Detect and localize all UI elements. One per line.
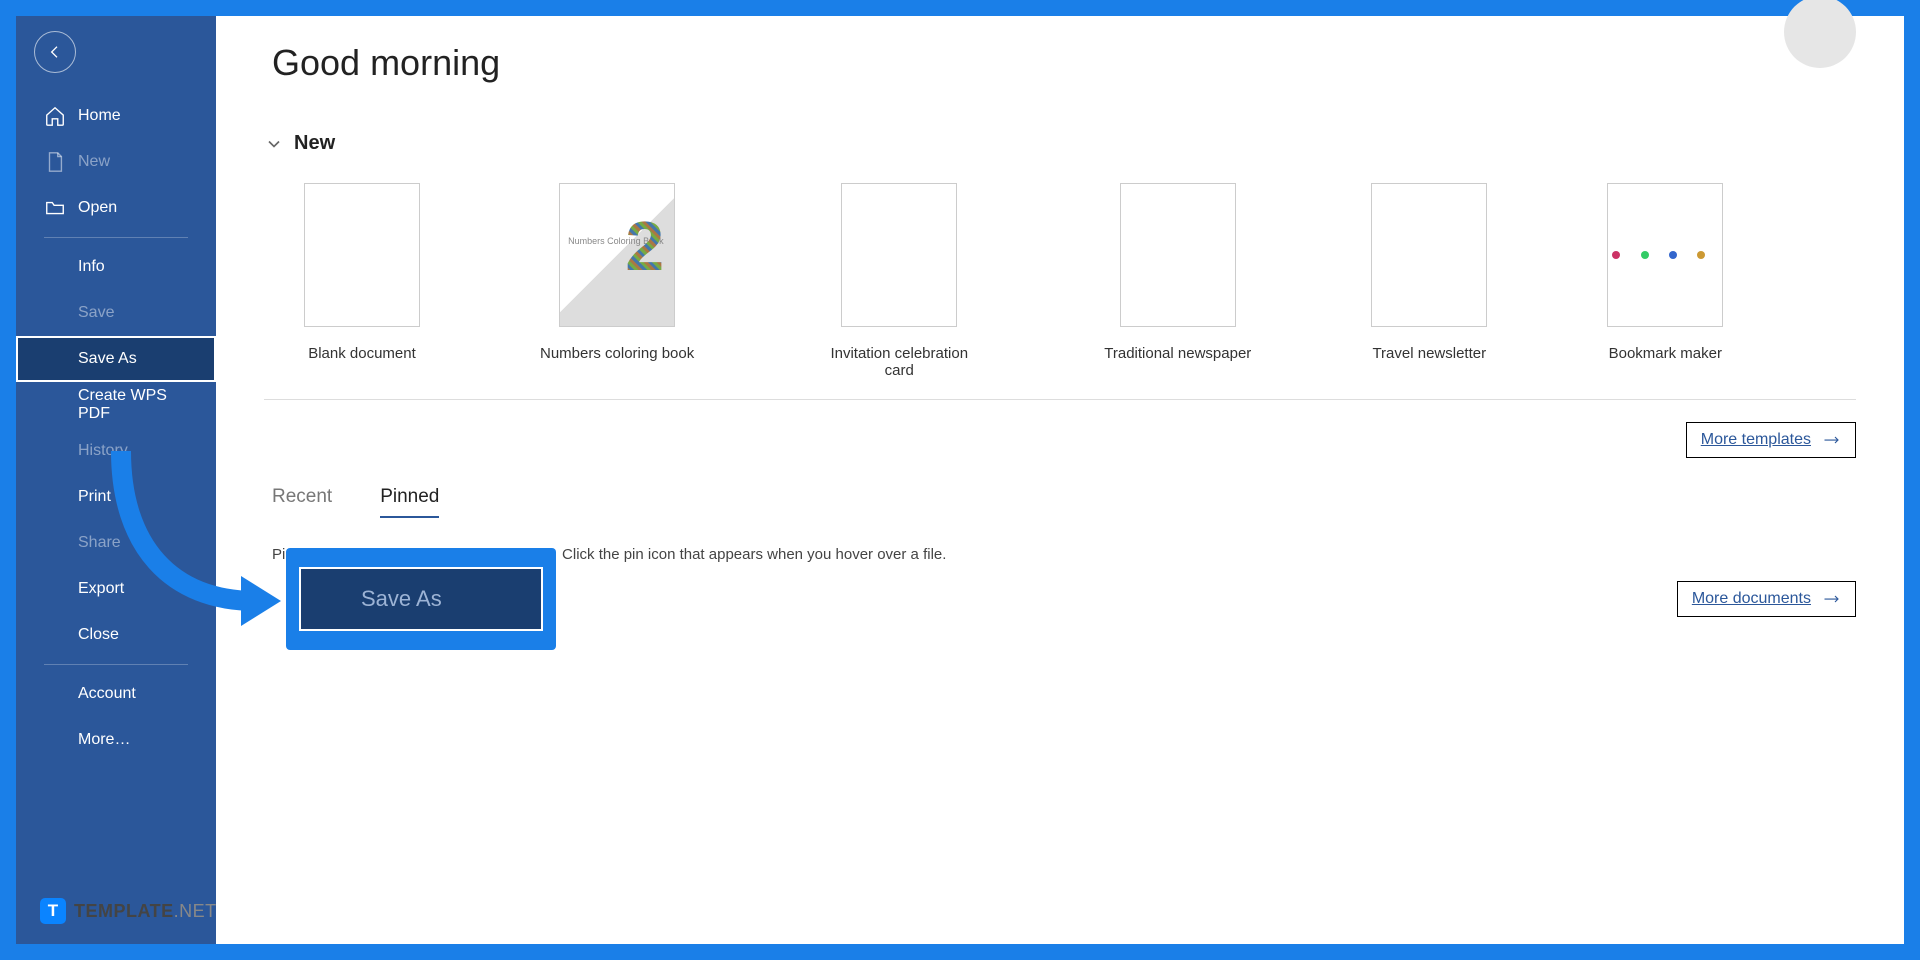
callout-inner: Save As [299,567,543,631]
template-bookmark[interactable]: Bookmark maker [1607,183,1723,379]
section-new-label: New [294,132,335,155]
template-label: Bookmark maker [1609,345,1722,362]
template-newspaper[interactable]: Traditional newspaper [1104,183,1251,379]
template-label: Traditional newspaper [1104,345,1251,362]
more-templates-row: More templates [264,422,1856,458]
arrow-right-icon [1823,591,1841,607]
template-label: Travel newsletter [1372,345,1486,362]
callout-label: Save As [361,586,442,612]
back-button[interactable] [34,31,76,73]
template-thumb [1120,183,1236,327]
nav-info[interactable]: Info [16,244,216,290]
templates-row: Blank document Numbers Coloring Book Num… [264,173,1856,400]
callout-save-as: Save As [286,548,556,650]
nav-print[interactable]: Print [16,474,216,520]
template-newsletter[interactable]: Travel newsletter [1371,183,1487,379]
nav-home-label: Home [78,107,121,125]
divider [44,664,188,665]
nav-close[interactable]: Close [16,612,216,658]
template-thumb [1371,183,1487,327]
arrow-right-icon [1823,432,1841,448]
home-icon [44,105,66,127]
tab-recent[interactable]: Recent [272,486,332,518]
main: Good morning New Blank document Numbers … [216,16,1904,944]
nav-export[interactable]: Export [16,566,216,612]
nav-account[interactable]: Account [16,671,216,717]
nav-new[interactable]: New [16,139,216,185]
template-thumb [304,183,420,327]
tab-pinned[interactable]: Pinned [380,486,439,518]
template-label: Invitation celebration card [814,345,984,379]
nav-open[interactable]: Open [16,185,216,231]
nav-save-as[interactable]: Save As [16,336,216,382]
nav-save[interactable]: Save [16,290,216,336]
template-thumb: Numbers Coloring Book [559,183,675,327]
nav-open-label: Open [78,199,117,217]
template-label: Numbers coloring book [540,345,694,362]
nav-more[interactable]: More… [16,717,216,763]
tabs: Recent Pinned [272,486,1856,518]
divider [44,237,188,238]
template-numbers[interactable]: Numbers Coloring Book Numbers coloring b… [540,183,694,379]
arrow-left-icon [47,44,63,60]
folder-open-icon [44,197,66,219]
more-templates-link[interactable]: More templates [1686,422,1856,458]
watermark-text: TEMPLATE.NET [74,901,217,922]
nav-home[interactable]: Home [16,93,216,139]
nav-history[interactable]: History [16,428,216,474]
template-thumb [841,183,957,327]
chevron-down-icon [264,134,284,154]
watermark: T TEMPLATE.NET [40,898,217,924]
nav-new-label: New [78,153,110,171]
greeting: Good morning [272,42,1856,84]
template-blank[interactable]: Blank document [304,183,420,379]
nav-share[interactable]: Share [16,520,216,566]
template-label: Blank document [308,345,416,362]
watermark-badge: T [40,898,66,924]
template-invitation[interactable]: Invitation celebration card [814,183,984,379]
more-documents-link[interactable]: More documents [1677,581,1856,617]
nav-create-wps-pdf[interactable]: Create WPS PDF [16,382,216,428]
document-icon [44,151,66,173]
section-new-header[interactable]: New [264,132,1856,155]
sidebar: Home New Open Info Save Save As Create W… [16,16,216,944]
template-thumb [1607,183,1723,327]
